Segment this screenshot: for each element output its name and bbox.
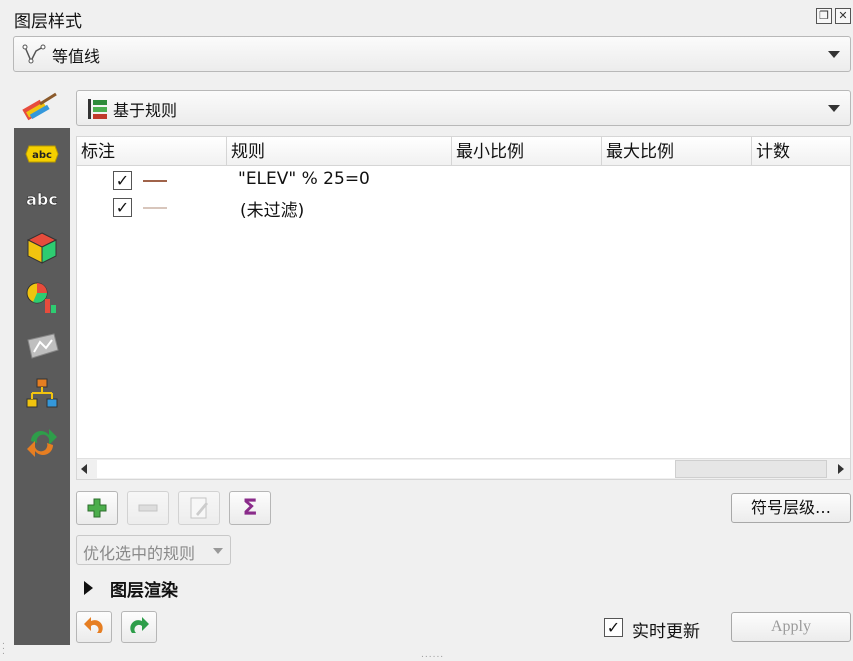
svg-text:abc: abc [32,150,52,161]
remove-rule-icon [138,504,158,512]
rules-tree: 标注 规则 最小比例 最大比例 计数 ✓ "ELEV" % 25=0 ✓ (未过… [76,136,851,480]
title-bar: 图层样式 ❐ ✕ [0,0,853,34]
undo-button[interactable] [76,611,112,643]
column-header-count[interactable]: 计数 [752,137,852,166]
scroll-right-icon[interactable] [838,464,844,474]
expand-arrow-icon [84,581,93,595]
line-layer-icon [22,44,46,64]
scroll-left-icon[interactable] [81,464,87,474]
refine-rules-select[interactable]: 优化选中的规则 [76,535,231,565]
paint-brush-icon[interactable] [20,90,60,124]
redo-button[interactable] [121,611,157,643]
3d-box-icon[interactable] [14,226,70,270]
table-row[interactable]: ✓ "ELEV" % 25=0 [77,167,850,193]
redo-icon [130,617,149,633]
undo-icon [84,617,103,633]
close-icon[interactable]: ✕ [835,8,851,24]
layer-rendering-label: 图层渲染 [110,581,178,601]
rules-header: 标注 规则 最小比例 最大比例 计数 [77,137,850,166]
live-update-checkbox[interactable]: ✓ [604,618,623,637]
diagram-icon[interactable] [14,276,70,320]
symbol-levels-button[interactable]: 符号层级… [731,493,851,523]
line-symbol[interactable] [143,207,167,209]
renderer-select[interactable]: 基于规则 [76,90,851,126]
actions-icon[interactable] [14,420,70,464]
edit-rule-icon [190,497,208,519]
scroll-thumb[interactable] [675,460,827,478]
rendering-icon[interactable] [14,372,70,416]
edit-rule-button[interactable] [178,491,220,525]
chevron-down-icon [828,105,840,112]
chevron-down-icon [828,51,840,58]
layer-select[interactable]: 等值线 [13,36,851,72]
layer-select-value: 等值线 [52,47,101,66]
3d-view-icon[interactable] [14,324,70,368]
rule-checkbox[interactable]: ✓ [113,198,132,217]
rule-based-icon [88,99,107,119]
column-header-min-scale[interactable]: 最小比例 [452,137,602,166]
remove-rule-button[interactable] [127,491,169,525]
resize-grip[interactable]: ...... [421,650,444,660]
add-rule-icon [87,498,107,518]
labels-icon[interactable]: abc [14,132,70,176]
panel-title: 图层样式 [14,12,82,32]
line-symbol[interactable] [143,180,167,182]
sum-icon: Σ [242,495,258,521]
rule-checkbox[interactable]: ✓ [113,171,132,190]
table-row[interactable]: ✓ (未过滤) [77,194,850,221]
abc-icon[interactable]: abc [14,178,70,222]
horizontal-scrollbar[interactable] [77,458,850,479]
apply-button[interactable]: Apply [731,612,851,642]
renderer-select-value: 基于规则 [113,101,178,120]
column-header-max-scale[interactable]: 最大比例 [602,137,752,166]
svg-text:abc: abc [26,190,58,209]
restore-icon[interactable]: ❐ [816,8,832,24]
sum-button[interactable]: Σ [229,491,271,525]
side-grip[interactable]: ... [2,638,5,657]
rule-expression: (未过滤) [240,201,305,221]
style-sidebar: abc abc [14,128,70,645]
refine-rules-label: 优化选中的规则 [83,544,196,563]
column-header-label[interactable]: 标注 [77,137,227,166]
dock-buttons: ❐ ✕ [816,8,851,24]
live-update-label: 实时更新 [632,622,700,642]
column-header-rule[interactable]: 规则 [227,137,452,166]
chevron-down-icon [213,548,223,554]
scroll-track[interactable] [97,460,675,478]
rule-expression: "ELEV" % 25=0 [238,169,370,189]
add-rule-button[interactable] [76,491,118,525]
